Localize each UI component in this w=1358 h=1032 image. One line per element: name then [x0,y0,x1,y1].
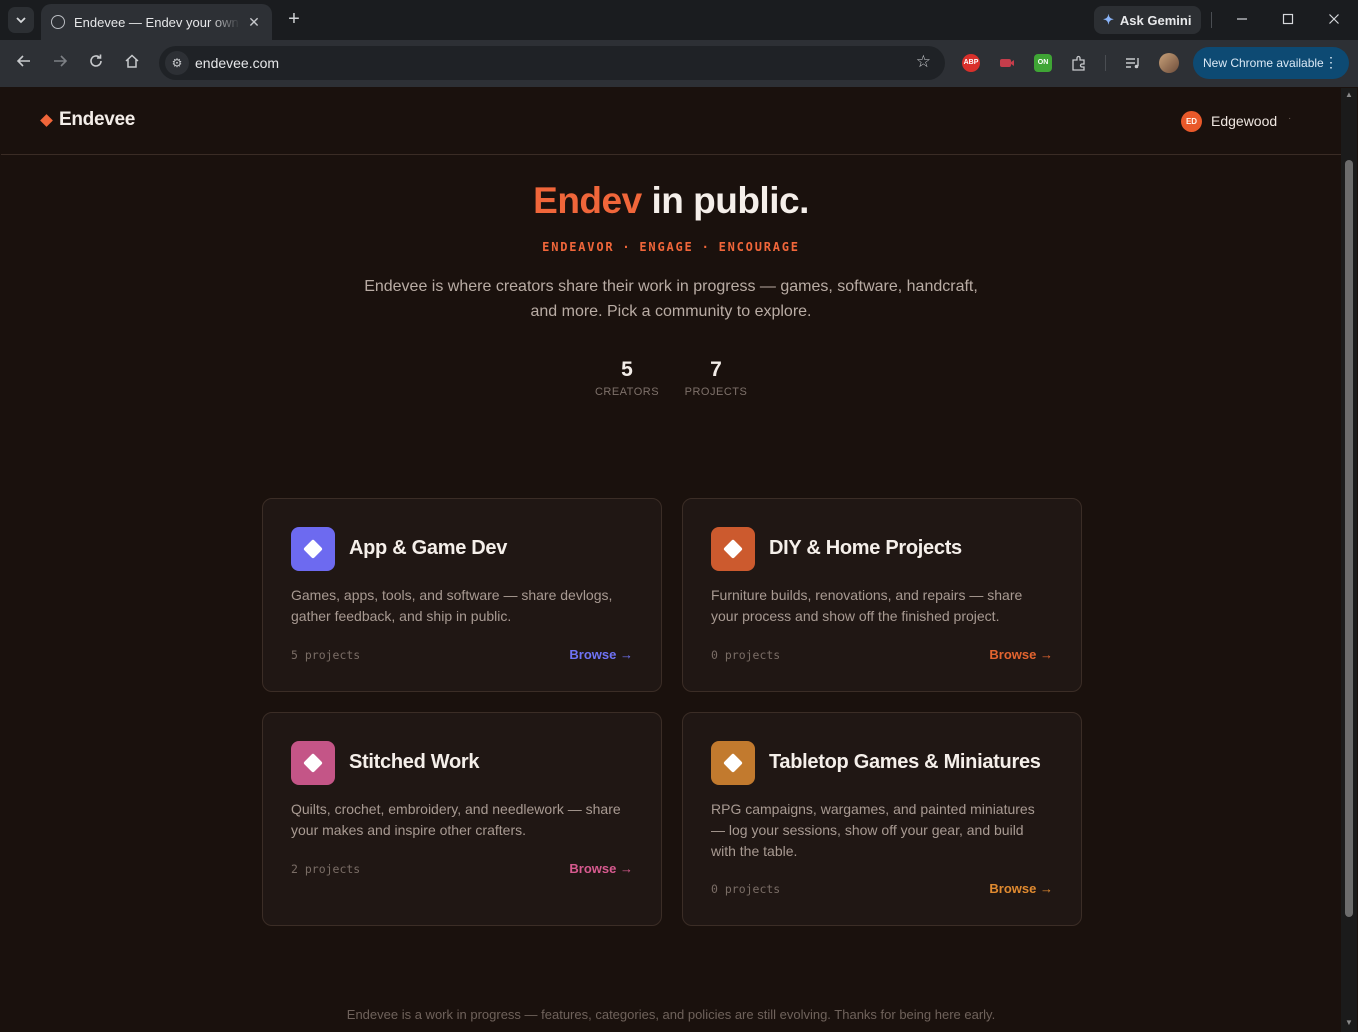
url-text[interactable]: endevee.com [195,55,279,71]
scroll-thumb[interactable] [1345,160,1353,917]
community-description: Quilts, crochet, embroidery, and needlew… [291,801,621,838]
screen-recorder-icon[interactable] [998,54,1016,72]
chrome-update-button[interactable]: New Chrome available ⋮ [1193,47,1349,79]
stat-projects: 7 PROJECTS [671,358,761,398]
stat-value: 5 [621,358,633,381]
hero-title: Endev in public. [1,180,1341,222]
on-extension-icon[interactable]: ON [1034,54,1052,72]
scroll-up-icon[interactable]: ▲ [1344,90,1354,99]
divider [1211,12,1212,28]
site-settings-icon[interactable]: ⚙ [165,51,189,75]
arrow-left-icon [16,55,30,67]
hero-title-accent: Endev [533,180,642,221]
new-tab-button[interactable]: + [283,9,305,31]
hero-description: Endevee is where creators share their wo… [364,278,978,320]
reload-icon [90,54,102,67]
ask-gemini-label: Ask Gemini [1119,12,1192,28]
community-icon [291,527,335,571]
scroll-down-icon[interactable]: ▼ [1344,1018,1354,1027]
extensions-puzzle-icon[interactable] [1070,54,1088,72]
stat-label: PROJECTS [684,386,748,398]
back-button[interactable] [11,51,37,77]
stat-label: CREATORS [594,386,660,398]
tagline-word: ENGAGE [639,240,694,254]
diamond-icon [303,753,323,773]
browser-tab[interactable]: Endevee — Endev your own projects ✕ [41,4,272,40]
project-count: 5 projects [291,648,361,662]
home-button[interactable] [119,51,145,77]
user-menu-dot-icon[interactable]: · [1288,113,1291,124]
close-icon[interactable]: ✕ [246,14,262,31]
user-name[interactable]: Edgewood [1211,113,1277,129]
community-description: RPG campaigns, wargames, and painted min… [711,801,1035,859]
home-icon [125,54,139,68]
community-icon [711,741,755,785]
bookmark-star-icon[interactable]: ☆ [916,52,931,72]
community-icon [711,527,755,571]
browse-link[interactable]: Browse → [989,881,1053,896]
forward-button[interactable] [47,51,73,77]
hero-title-rest: in public. [641,180,809,221]
close-icon [1329,14,1339,24]
tab-search-button[interactable] [8,7,34,33]
project-count: 0 projects [711,882,781,896]
browse-link[interactable]: Browse → [989,647,1053,662]
minimize-icon [1237,18,1247,20]
community-card-stitched-work[interactable]: Stitched Work Quilts, crochet, embroider… [262,712,662,926]
tagline-dot: · [701,240,711,254]
user-avatar[interactable]: ED [1181,111,1202,132]
stat-creators: 5 CREATORS [582,358,672,398]
site-header: Endevee ED Edgewood · [1,88,1341,155]
community-icon [291,741,335,785]
divider [1105,55,1106,71]
community-title[interactable]: DIY & Home Projects [769,537,962,560]
more-menu-icon[interactable]: ⋮ [1324,54,1338,71]
diamond-icon [303,539,323,559]
media-control-icon[interactable] [1124,54,1142,72]
logo-diamond-icon [40,114,53,127]
community-title[interactable]: Tabletop Games & Miniatures [769,751,1041,774]
arrow-right-icon [54,55,68,67]
diamond-icon [723,539,743,559]
community-card-app-game-dev[interactable]: App & Game Dev Games, apps, tools, and s… [262,498,662,692]
community-title[interactable]: Stitched Work [349,751,480,774]
tagline: ENDEAVOR · ENGAGE · ENCOURAGE [1,240,1341,254]
minimize-button[interactable] [1227,8,1257,32]
address-bar[interactable]: ⚙ endevee.com ☆ [159,46,945,80]
browse-link[interactable]: Browse → [569,647,633,662]
tagline-dot: · [622,240,632,254]
maximize-button[interactable] [1273,8,1303,32]
footer-note: Endevee is a work in progress — features… [346,1007,996,1022]
tagline-word: ENCOURAGE [718,240,800,254]
sparkle-icon: ✦ [1103,12,1114,27]
tab-title: Endevee — Endev your own projects [74,14,240,30]
stat-value: 7 [710,358,722,381]
toolbar: ⚙ endevee.com ☆ ABP ON New Chrome availa… [0,40,1358,87]
ask-gemini-button[interactable]: ✦ Ask Gemini [1094,6,1201,34]
page-viewport: Endevee ED Edgewood · Endev in public. E… [1,88,1341,1032]
community-description: Games, apps, tools, and software — share… [291,587,613,624]
adblock-plus-icon[interactable]: ABP [962,54,980,72]
project-count: 2 projects [291,862,361,876]
close-window-button[interactable] [1319,8,1349,32]
diamond-icon [723,753,743,773]
browse-link[interactable]: Browse → [569,861,633,876]
maximize-icon [1282,13,1294,25]
reload-button[interactable] [83,51,109,77]
chevron-down-icon [16,17,26,24]
community-card-tabletop[interactable]: Tabletop Games & Miniatures RPG campaign… [682,712,1082,926]
globe-icon [51,15,65,29]
scrollbar[interactable]: ▲ ▼ [1341,88,1357,1032]
tagline-word: ENDEAVOR [542,240,615,254]
community-description: Furniture builds, renovations, and repai… [711,587,1023,624]
community-card-diy-home[interactable]: DIY & Home Projects Furniture builds, re… [682,498,1082,692]
profile-avatar[interactable] [1159,53,1179,73]
site-logo[interactable]: Endevee [59,109,135,131]
tab-strip: Endevee — Endev your own projects ✕ + ✦ … [0,0,1358,40]
project-count: 0 projects [711,648,781,662]
update-label: New Chrome available [1203,56,1324,70]
community-title[interactable]: App & Game Dev [349,537,507,560]
browser-chrome: Endevee — Endev your own projects ✕ + ✦ … [0,0,1358,87]
